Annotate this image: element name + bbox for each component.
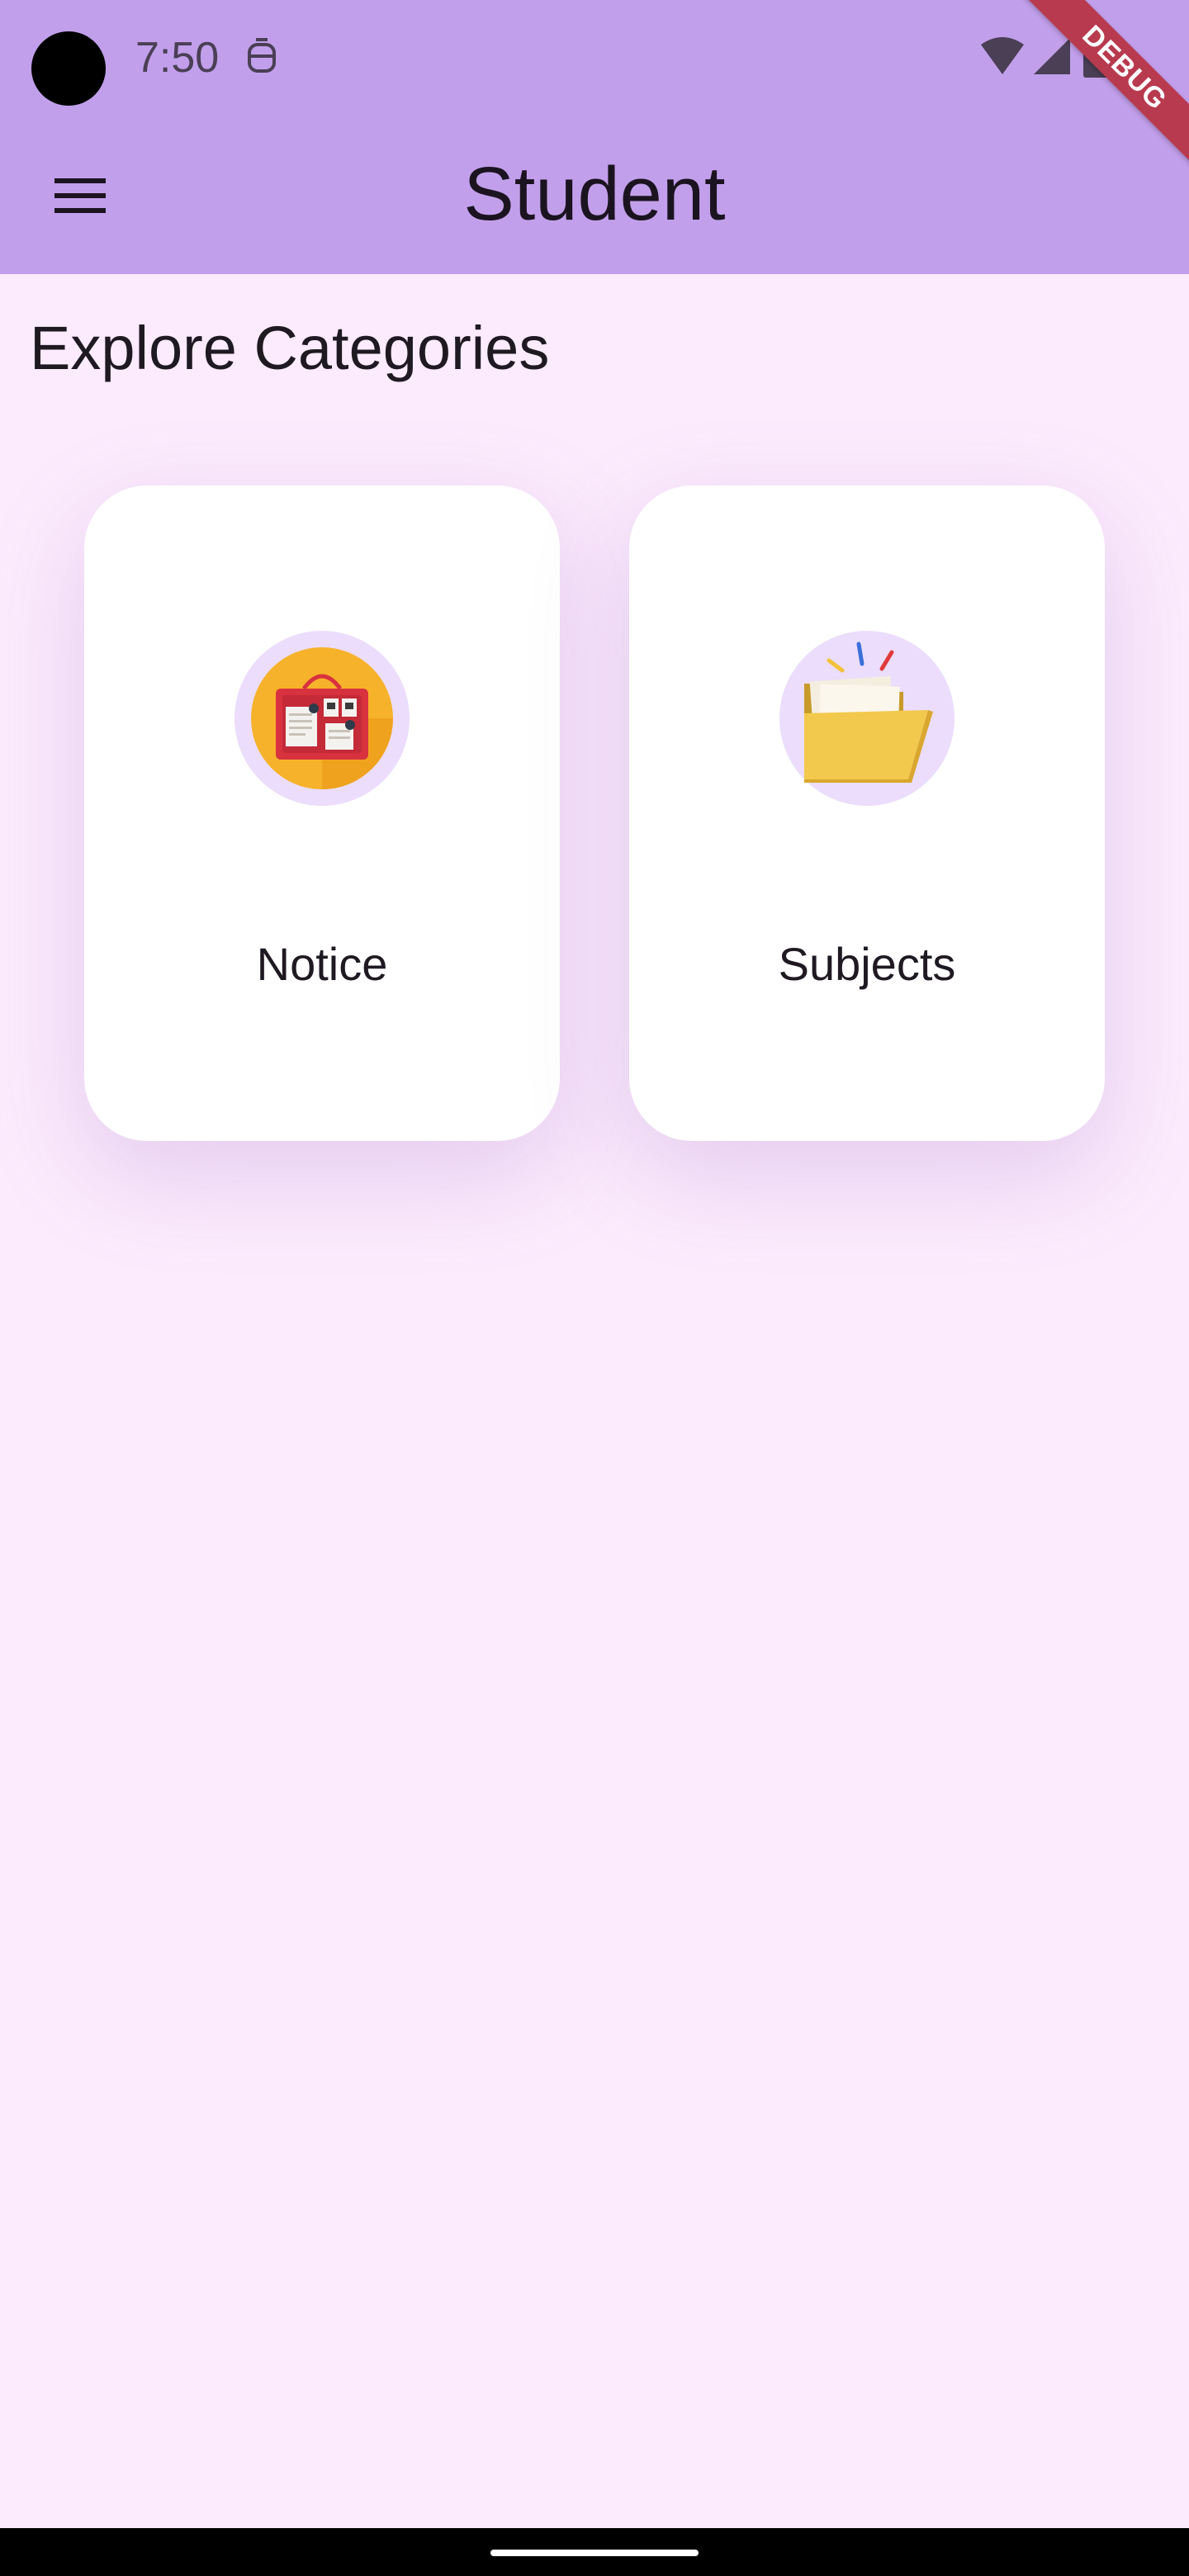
section-heading: Explore Categories [30, 314, 550, 382]
notification-icon [241, 36, 282, 78]
camera-cutout [31, 31, 106, 106]
notice-icon-circle [234, 631, 410, 806]
subjects-icon-circle [779, 631, 955, 806]
category-label: Subjects [778, 938, 956, 990]
page-title: Student [463, 152, 726, 236]
home-indicator[interactable] [490, 2550, 699, 2556]
notice-board-icon [251, 647, 393, 789]
category-card-notice[interactable]: Notice [84, 485, 560, 1141]
category-label: Notice [256, 938, 388, 990]
category-card-subjects[interactable]: Subjects [629, 485, 1105, 1141]
folder-icon [804, 642, 933, 783]
status-time: 7:50 [135, 34, 220, 82]
